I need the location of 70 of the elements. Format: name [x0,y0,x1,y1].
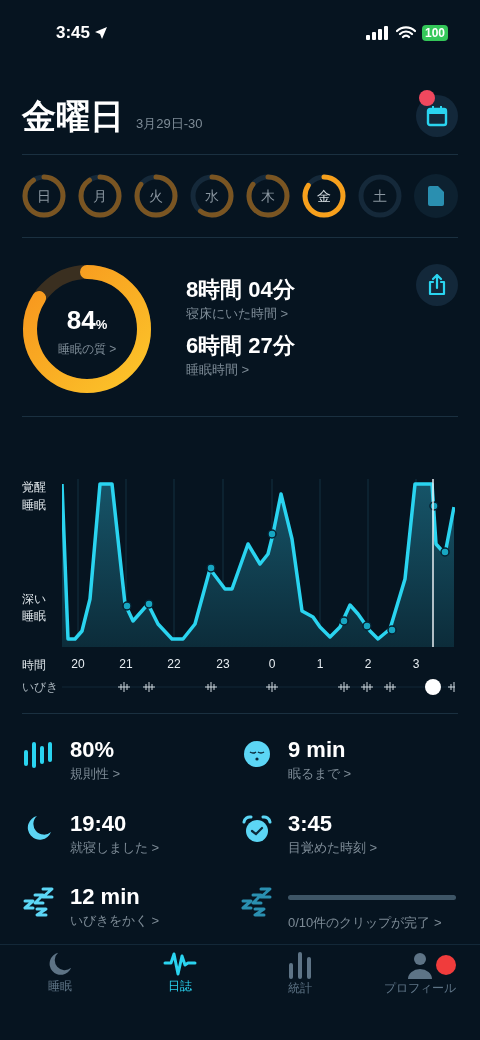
moon-icon [47,951,73,977]
day-ring[interactable]: 月 [78,174,122,218]
tab-item[interactable]: 統計 [240,951,360,1000]
ring-fill [22,174,66,218]
zzz-icon [23,887,55,917]
time-tick: 1 [316,656,324,673]
day-ring[interactable]: 日 [22,174,66,218]
stat-link[interactable]: 目覚めた時刻 > [288,837,456,857]
time-tick: 21 [119,656,133,673]
wifi-icon [395,26,416,40]
share-icon [427,274,447,296]
stat-value: 80% [70,736,116,764]
time-tick: 2 [364,656,372,673]
stage-label: 覚醒 [22,479,47,496]
share-button[interactable] [416,264,458,306]
zzz-icon [241,887,273,917]
tab-item[interactable]: 日誌 [120,951,240,1000]
sleeping-face-icon [243,740,271,768]
metric-link[interactable]: 寝床にいた時間 > [186,304,416,324]
metric-value: 8時間 04分 [186,276,296,304]
stat-link[interactable]: 眠るまで > [288,764,456,784]
stat-value: 12 min [70,883,141,911]
stage-label: 睡眠 [22,497,47,514]
signal-icon [365,26,390,40]
calendar-icon [426,105,448,127]
day-ring[interactable]: 土 [358,174,402,218]
alarm-clock-icon [242,813,272,844]
metric-value: 6時間 27分 [186,331,296,360]
ring-fill [302,174,346,218]
document-icon [428,186,444,206]
stage-label: 深い睡眠 [22,591,47,625]
calendar-button[interactable] [416,95,458,137]
day-ring[interactable]: 木 [246,174,290,218]
battery-level: 100 [421,25,448,41]
day-ring[interactable]: 水 [190,174,234,218]
day-ring[interactable]: 金 [302,174,346,218]
time-tick: 23 [216,656,230,673]
time-tick: 3 [412,656,420,673]
ring-fill [134,174,178,218]
status-time: 3:45 [56,22,91,45]
stat-link[interactable]: 0/10件のクリップが完了 > [288,913,456,933]
ring-fill [78,174,122,218]
stat-link[interactable]: 就寝しました > [70,837,238,857]
bar-chart-icon [287,951,313,979]
quality-score: 84 [66,303,96,337]
day-ring[interactable]: 火 [134,174,178,218]
time-tick: 22 [167,656,181,673]
stat-link[interactable]: いびきをかく > [70,911,238,931]
moon-icon [25,813,53,842]
report-button[interactable] [414,174,458,218]
day-title: 金曜日 [22,99,124,133]
stat-value: 19:40 [70,809,128,838]
stat-link[interactable]: 規則性 > [70,764,238,784]
metric-link[interactable]: 睡眠時間 > [186,359,416,379]
time-tick: 20 [71,656,85,673]
percent-unit: % [95,316,108,334]
time-tick: 0 [268,656,276,673]
ring-fill [246,174,290,218]
tab-item[interactable]: プロフィール [360,951,480,1000]
quality-link[interactable]: 睡眠の質 > [57,339,117,358]
location-arrow-icon [94,26,109,40]
tab-item[interactable]: 睡眠 [0,951,120,1000]
date-range: 3月29日-30 [136,114,203,133]
person-icon [407,951,433,979]
stat-value: 9 min [288,736,347,764]
time-axis-label: 時間 [22,657,47,674]
bars-icon [23,740,55,768]
snore-axis-label: いびき [22,680,59,694]
stat-value: 3:45 [288,809,334,838]
wave-icon [163,951,197,977]
